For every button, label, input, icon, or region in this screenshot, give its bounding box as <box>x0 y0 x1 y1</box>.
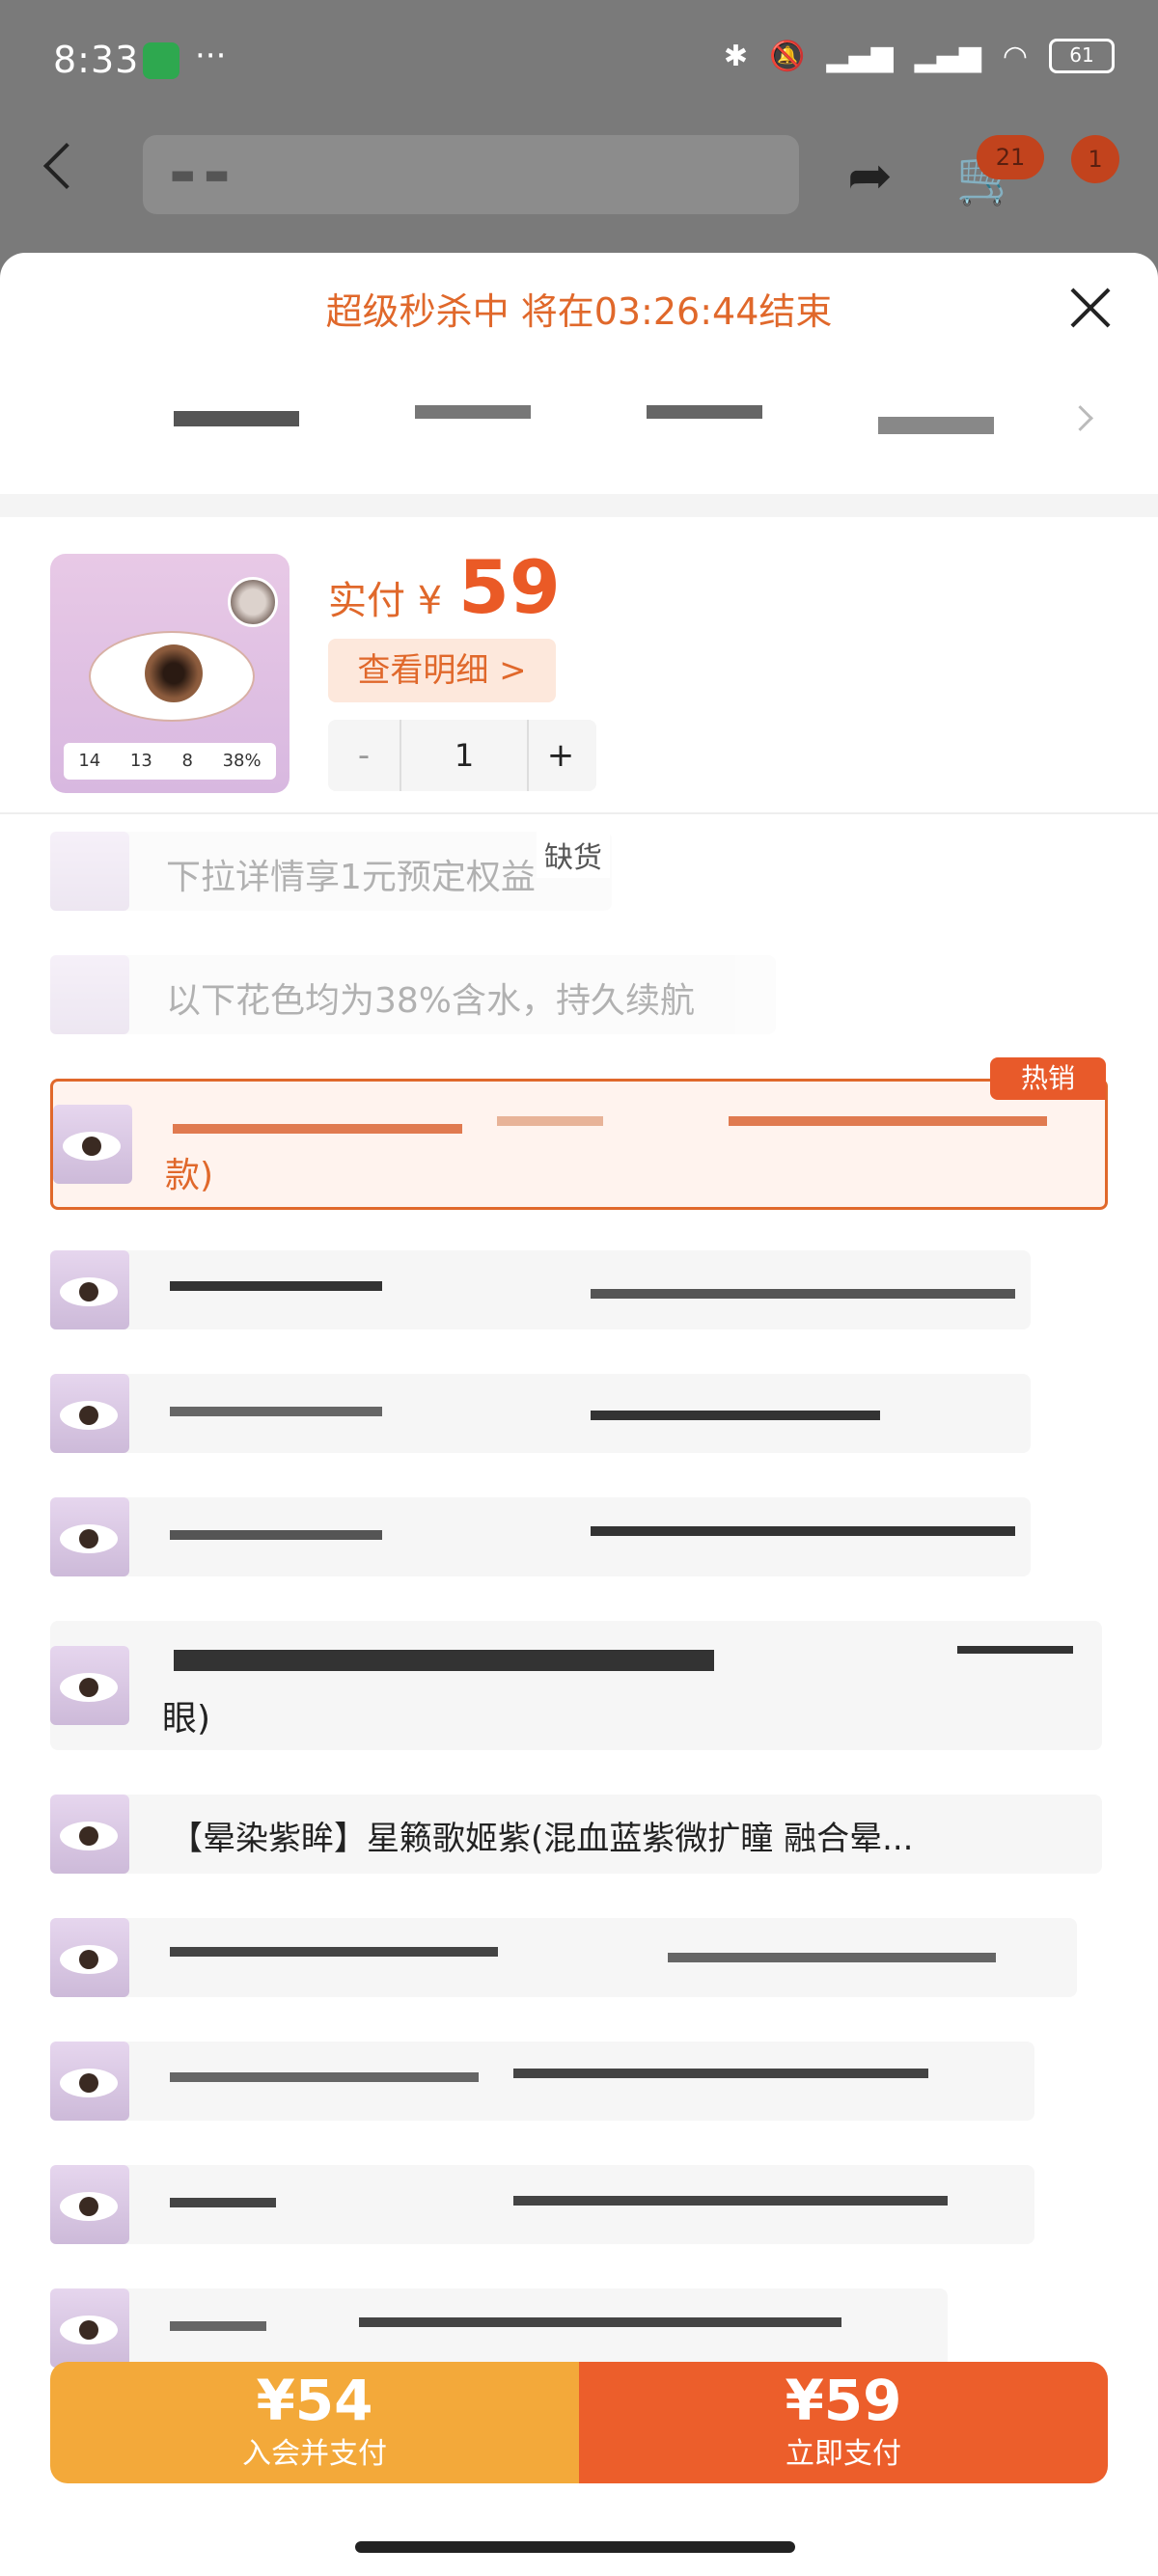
increase-button[interactable]: + <box>525 720 596 791</box>
product-stats: 14 13 8 38% <box>64 743 276 780</box>
quantity-value[interactable]: 1 <box>400 720 529 791</box>
option-promo-2[interactable]: 以下花色均为38%含水，持久续航 <box>50 955 776 1034</box>
option-thumbnail <box>50 2288 129 2368</box>
wifi-icon: ◠ <box>1002 39 1028 73</box>
bottom-action-bar: ¥54 入会并支付 ¥59 立即支付 <box>50 2362 1108 2483</box>
option-item[interactable] <box>50 2042 1034 2121</box>
chevron-right-icon <box>1067 405 1093 431</box>
share-icon[interactable]: ➦ <box>847 145 893 207</box>
option-thumbnail <box>50 1646 129 1725</box>
option-thumbnail <box>53 1105 132 1184</box>
option-item[interactable]: 眼) <box>50 1621 1102 1750</box>
option-thumbnail <box>50 1374 129 1453</box>
pay-label: 实付 ¥ <box>328 579 443 623</box>
mute-icon: 🔕 <box>769 39 806 73</box>
option-item[interactable] <box>50 1250 1031 1329</box>
address-row-redacted[interactable] <box>48 397 1062 446</box>
view-details-button[interactable]: 查看明细 > <box>328 639 556 702</box>
status-icons: ✱ 🔕 ▂▄▆ ▂▄▆ ◠ 61 <box>724 39 1115 73</box>
wechat-icon <box>143 42 179 79</box>
close-icon[interactable] <box>1069 286 1114 330</box>
decrease-button[interactable]: - <box>328 720 400 791</box>
option-thumbnail <box>50 1497 129 1576</box>
quantity-stepper[interactable]: - 1 + <box>328 720 596 791</box>
product-image: 14 13 8 38% <box>50 554 290 793</box>
option-item[interactable] <box>50 2165 1034 2244</box>
pay-price: 59 <box>458 544 561 630</box>
signal-icon: ▂▄▆ <box>826 39 894 73</box>
eye-illustration <box>89 631 255 722</box>
message-badge: 1 <box>1071 135 1119 183</box>
cart-badge: 21 <box>977 135 1044 179</box>
section-divider <box>0 812 1158 814</box>
option-item[interactable] <box>50 2288 948 2368</box>
option-item[interactable] <box>50 1497 1031 1576</box>
pay-now-button[interactable]: ¥59 立即支付 <box>579 2362 1108 2483</box>
hot-sale-badge: 热销 <box>990 1057 1106 1100</box>
out-of-stock-badge: 缺货 <box>537 832 610 878</box>
option-thumbnail <box>50 1918 129 1997</box>
signal-icon-2: ▂▄▆ <box>914 39 981 73</box>
bluetooth-icon: ✱ <box>723 39 749 73</box>
option-thumbnail <box>50 832 129 911</box>
more-status-icon: ··· <box>195 37 227 75</box>
option-item[interactable]: 【晕染紫眸】星籁歌姬紫(混血蓝紫微扩瞳 融合晕... <box>50 1795 1102 1874</box>
member-pay-button[interactable]: ¥54 入会并支付 <box>50 2362 579 2483</box>
option-item[interactable] <box>50 1374 1031 1453</box>
flash-sale-countdown: 超级秒杀中 将在03:26:44结束 <box>325 290 833 333</box>
purchase-sheet: 超级秒杀中 将在03:26:44结束 14 13 8 38% 实付 ¥ 59 查… <box>0 253 1158 2576</box>
option-thumbnail <box>50 2165 129 2244</box>
lens-icon <box>228 577 278 627</box>
battery-icon: 61 <box>1049 39 1115 73</box>
search-redacted: ▬ ▬ <box>170 158 230 190</box>
option-thumbnail <box>50 1795 129 1874</box>
back-icon[interactable] <box>42 142 91 190</box>
option-thumbnail <box>50 955 129 1034</box>
option-thumbnail <box>50 2042 129 2121</box>
search-input[interactable]: ▬ ▬ <box>143 135 799 214</box>
option-promo-1[interactable]: 下拉详情享1元预定权益 <box>50 832 612 911</box>
home-indicator <box>355 2541 795 2553</box>
status-time: 8:33 <box>53 39 140 81</box>
option-item[interactable] <box>50 1918 1077 1997</box>
section-divider <box>0 494 1158 517</box>
option-selected[interactable]: 款) <box>50 1079 1108 1210</box>
option-thumbnail <box>50 1250 129 1329</box>
